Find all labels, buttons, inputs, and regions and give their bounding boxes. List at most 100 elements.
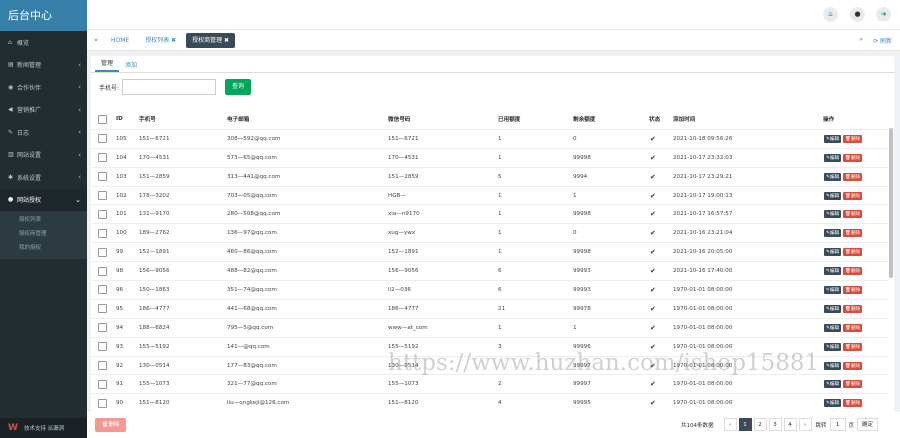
edit-button[interactable]: ✎编辑 — [824, 172, 842, 181]
delete-button[interactable]: 🗑删除 — [843, 267, 863, 276]
row-checkbox[interactable] — [98, 398, 107, 408]
table-cell: 151—2859 — [139, 173, 170, 180]
edit-button[interactable]: ✎编辑 — [824, 153, 842, 162]
home-icon[interactable]: ⌂ — [823, 7, 838, 22]
delete-button[interactable]: 🗑删除 — [843, 361, 863, 370]
submenu-item-my-auth[interactable]: 我的授权 — [0, 241, 87, 255]
row-checkbox[interactable] — [98, 153, 107, 163]
delete-button[interactable]: 🗑删除 — [843, 191, 863, 200]
table-cell: 156—9056 — [139, 268, 170, 275]
sidebar-item-logs[interactable]: ✎ 日志 ‹ — [0, 121, 87, 144]
row-checkbox[interactable] — [98, 172, 107, 182]
row-checkbox[interactable] — [98, 247, 107, 257]
table-row: 102 178—3202 703—05@qq.com HGB— 1 1 ✔ 2021-10-1… — [91, 185, 888, 205]
select-all-checkbox[interactable] — [98, 114, 107, 124]
page-1[interactable]: 1 — [738, 418, 752, 431]
search-button[interactable]: 查询 — [225, 79, 252, 95]
edit-button[interactable]: ✎编辑 — [824, 229, 842, 238]
table-cell: 2021-10-16 23:21:04 — [673, 230, 733, 237]
logout-icon[interactable]: ➜ — [876, 7, 891, 22]
tabbar-right: » ⟳ 刷新 — [859, 36, 892, 45]
row-checkbox[interactable] — [98, 379, 107, 389]
bulk-delete-button[interactable]: 🗑删除 — [95, 418, 126, 432]
scrollbar[interactable] — [889, 128, 893, 278]
tab-auth-list[interactable]: 授权列表 ✖ — [139, 33, 182, 48]
tab-manage[interactable]: 管理 — [95, 58, 120, 72]
row-checkbox[interactable] — [98, 361, 107, 371]
row-checkbox[interactable] — [98, 266, 107, 276]
edit-button[interactable]: ✎编辑 — [824, 285, 842, 294]
goto-button[interactable]: 确定 — [857, 418, 879, 431]
delete-button[interactable]: 🗑删除 — [843, 399, 863, 408]
row-checkbox[interactable] — [98, 342, 107, 352]
phone-search-input[interactable] — [122, 79, 217, 95]
sidebar-item-overview[interactable]: ⌂ 概览 — [0, 31, 87, 54]
page-2[interactable]: 2 — [753, 418, 767, 431]
edit-button[interactable]: ✎编辑 — [824, 361, 842, 370]
row-checkbox[interactable] — [98, 228, 107, 238]
submenu-item-auth-list[interactable]: 授权列表 — [0, 213, 87, 227]
user-icon[interactable]: ● — [850, 7, 865, 22]
edit-button[interactable]: ✎编辑 — [824, 323, 842, 332]
table-cell: 130—0514 — [139, 362, 170, 369]
status-check-icon: ✔ — [650, 304, 656, 313]
tabs-scroll-right-icon[interactable]: » — [859, 36, 863, 45]
table-cell: 189—2762 — [139, 230, 170, 237]
status-check-icon: ✔ — [650, 285, 656, 294]
page-3[interactable]: 3 — [768, 418, 782, 431]
table-cell: 4 — [498, 400, 502, 407]
sidebar-item-news[interactable]: ▤ 新闻管理 ‹ — [0, 54, 87, 77]
edit-button[interactable]: ✎编辑 — [824, 210, 842, 219]
table-cell: 573—65@qq.com — [227, 154, 277, 161]
table-cell: 100 — [116, 230, 127, 237]
edit-button[interactable]: ✎编辑 — [824, 267, 842, 276]
edit-button[interactable]: ✎编辑 — [824, 248, 842, 257]
row-checkbox[interactable] — [98, 323, 107, 333]
delete-button[interactable]: 🗑删除 — [843, 134, 863, 143]
goto-page-input[interactable]: 1 — [829, 418, 846, 431]
delete-button[interactable]: 🗑删除 — [843, 153, 863, 162]
table-row: 98 156—9056 488—82@qq.com 156—9056 6 99993 ✔ 20… — [91, 261, 888, 280]
table-cell: 1 — [573, 324, 577, 331]
delete-button[interactable]: 🗑删除 — [843, 304, 863, 313]
row-checkbox[interactable] — [98, 209, 107, 219]
edit-button[interactable]: ✎编辑 — [824, 380, 842, 389]
row-checkbox[interactable] — [98, 191, 107, 200]
table-cell: 2 — [498, 381, 502, 388]
table-cell: 2021-10-17 16:57:57 — [673, 211, 733, 218]
edit-button[interactable]: ✎编辑 — [824, 191, 842, 200]
row-checkbox[interactable] — [98, 285, 107, 295]
edit-button[interactable]: ✎编辑 — [824, 399, 842, 408]
delete-button[interactable]: 🗑删除 — [843, 342, 863, 351]
submenu-item-auth-vendor[interactable]: 授权商管理 — [0, 227, 87, 241]
row-checkbox[interactable] — [98, 304, 107, 314]
tab-add[interactable]: 添加 — [119, 60, 143, 72]
refresh-button[interactable]: ⟳ 刷新 — [873, 36, 892, 45]
tab-auth-vendor[interactable]: 授权商管理 ✖ — [186, 32, 236, 48]
prev-page-button[interactable]: ‹ — [723, 418, 737, 431]
edit-button[interactable]: ✎编辑 — [824, 304, 842, 313]
delete-button[interactable]: 🗑删除 — [843, 285, 863, 294]
edit-button[interactable]: ✎编辑 — [824, 134, 842, 143]
row-checkbox[interactable] — [98, 134, 107, 144]
delete-button[interactable]: 🗑删除 — [843, 380, 863, 389]
edit-button[interactable]: ✎编辑 — [824, 342, 842, 351]
sidebar-item-system-settings[interactable]: ✱ 系统设置 ‹ — [0, 166, 87, 189]
row-actions: ✎编辑 🗑删除 — [824, 248, 863, 257]
sidebar-item-marketing[interactable]: ◀ 营销推广 ‹ — [0, 99, 87, 122]
sidebar-item-site-auth[interactable]: ● 网站授权 ⌄ — [0, 188, 87, 211]
tab-home[interactable]: HOME — [105, 33, 135, 48]
sidebar-item-partners[interactable]: ◉ 合作伙伴 ‹ — [0, 76, 87, 99]
table-cell: 136—97@qq.com — [227, 230, 277, 237]
tabs-scroll-left-icon[interactable]: « — [87, 36, 105, 44]
delete-button[interactable]: 🗑删除 — [843, 172, 863, 181]
row-actions: ✎编辑 🗑删除 — [824, 267, 863, 276]
delete-button[interactable]: 🗑删除 — [843, 229, 863, 238]
page-4[interactable]: 4 — [783, 418, 797, 431]
delete-button[interactable]: 🗑删除 — [843, 210, 863, 219]
sidebar-item-site-settings[interactable]: ▥ 网站设置 ‹ — [0, 144, 87, 167]
next-page-button[interactable]: › — [798, 418, 812, 431]
delete-button[interactable]: 🗑删除 — [843, 248, 863, 257]
table-cell: 101 — [116, 211, 127, 218]
delete-button[interactable]: 🗑删除 — [843, 323, 863, 332]
